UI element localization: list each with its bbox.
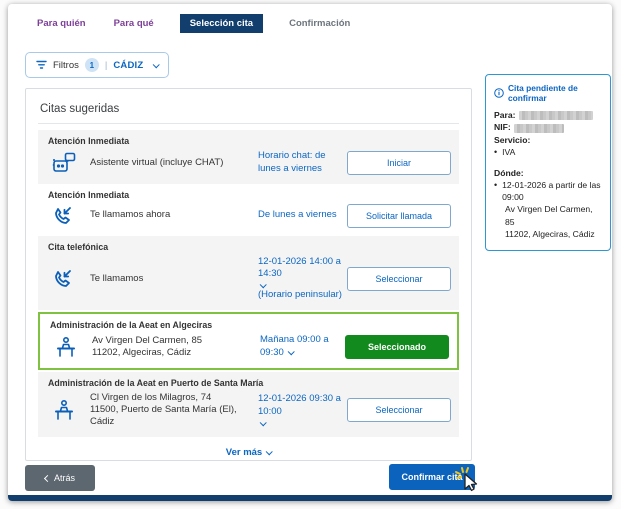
chevron-down-icon: [153, 61, 160, 68]
appointment-item-label: Te llamamos ahora: [90, 209, 258, 221]
card-title: Citas sugeridas: [38, 101, 459, 123]
chevron-down-icon: [266, 448, 273, 455]
wizard-steps: Para quién Para qué Selección cita Confi…: [35, 14, 352, 33]
appointment-item-label: Te llamamos: [90, 273, 258, 285]
summary-title: Cita pendiente de confirmar: [508, 83, 602, 103]
schedule-note: (Horario peninsular): [258, 289, 342, 300]
group-header: Atención Inmediata: [38, 130, 459, 148]
tab-para-quien[interactable]: Para quién: [35, 14, 88, 33]
servicio-label: Servicio:: [494, 134, 602, 146]
appointment-group-llamada-ahora: Atención Inmediata Te llamamos ahora De …: [38, 184, 459, 236]
filters-chip[interactable]: Filtros 1 | CÁDIZ: [25, 52, 169, 78]
nif-label: NIF:: [494, 121, 602, 133]
divider: [38, 123, 459, 124]
schedule-link[interactable]: Horario chat: de lunes a viernes: [258, 150, 347, 176]
para-label: Para:: [494, 109, 602, 121]
office-address: Av Virgen Del Carmen, 85 11202, Algecira…: [92, 335, 260, 360]
group-header: Administración de la Aeat en Puerto de S…: [38, 372, 459, 390]
chatbot-icon: [48, 152, 90, 174]
chip-separator: |: [105, 60, 107, 71]
chevron-down-icon: [260, 282, 267, 289]
appointment-group-cita-telefonica: Cita telefónica Te llamamos 12-01-2026 1…: [38, 236, 459, 310]
filters-count-badge: 1: [85, 58, 99, 72]
seleccionar-button-puerto[interactable]: Seleccionar: [347, 398, 451, 422]
seleccionado-button[interactable]: Seleccionado: [345, 335, 449, 359]
appointment-item-label: Asistente virtual (incluye CHAT): [90, 157, 258, 169]
page-bottom-bar: [8, 495, 612, 501]
pending-appointment-summary: Cita pendiente de confirmar Para: NIF: S…: [485, 74, 611, 251]
solicitar-llamada-button[interactable]: Solicitar llamada: [347, 204, 451, 228]
slot-dropdown[interactable]: 12-01-2026 09:30 a 10:00: [258, 393, 347, 427]
desk-agent-icon: [50, 336, 92, 358]
donde-value: •12-01-2026 a partir de las 09:00: [494, 179, 602, 203]
donde-label: Dónde:: [494, 167, 602, 179]
region-selector[interactable]: CÁDIZ: [113, 60, 143, 71]
suggested-appointments-card: Citas sugeridas Atención Inmediata Asist…: [25, 88, 472, 461]
tab-para-que[interactable]: Para qué: [112, 14, 156, 33]
tab-seleccion-cita[interactable]: Selección cita: [180, 14, 263, 33]
iniciar-button[interactable]: Iniciar: [347, 151, 451, 175]
ver-mas-link[interactable]: Ver más: [38, 437, 459, 462]
chevron-down-icon: [287, 348, 294, 355]
phone-incoming-icon: [48, 205, 90, 227]
phone-incoming-icon: [48, 268, 90, 290]
donde-address-line: 11202, Algeciras, Cádiz: [494, 228, 602, 240]
appointment-group-asistente-virtual: Atención Inmediata Asistente virtual (in…: [38, 130, 459, 184]
slot-dropdown[interactable]: Mañana 09:00 a 09:30: [260, 334, 345, 360]
servicio-value: •IVA: [494, 146, 602, 159]
desk-agent-icon: [48, 399, 90, 421]
office-address: Cl Virgen de los Milagros, 74 11500, Pue…: [90, 392, 258, 429]
tab-confirmacion: Confirmación: [287, 14, 352, 33]
chevron-down-icon: [260, 419, 267, 426]
confirmar-cita-button[interactable]: Confirmar cita: [389, 464, 475, 490]
group-header: Cita telefónica: [38, 236, 459, 254]
seleccionar-button-telefonica[interactable]: Seleccionar: [347, 267, 451, 291]
redacted-value: [514, 124, 564, 133]
info-icon: [494, 88, 504, 98]
schedule-link[interactable]: De lunes a viernes: [258, 209, 347, 222]
filter-funnel-icon: [36, 60, 47, 70]
appointment-wizard-page: Para quién Para qué Selección cita Confi…: [8, 4, 612, 501]
group-header: Atención Inmediata: [38, 184, 459, 202]
donde-address-line: Av Virgen Del Carmen, 85: [494, 203, 602, 227]
chevron-left-icon: [44, 474, 51, 481]
redacted-value: [519, 111, 593, 120]
filters-label: Filtros: [53, 60, 79, 71]
appointment-group-puerto-santa-maria: Administración de la Aeat en Puerto de S…: [38, 372, 459, 437]
slot-dropdown[interactable]: 12-01-2026 14:00 a 14:30 (Horario penins…: [258, 256, 347, 302]
atras-button[interactable]: Atrás: [25, 465, 95, 491]
group-header: Administración de la Aeat en Algeciras: [40, 314, 457, 332]
appointment-group-algeciras-selected: Administración de la Aeat en Algeciras A…: [38, 312, 459, 370]
